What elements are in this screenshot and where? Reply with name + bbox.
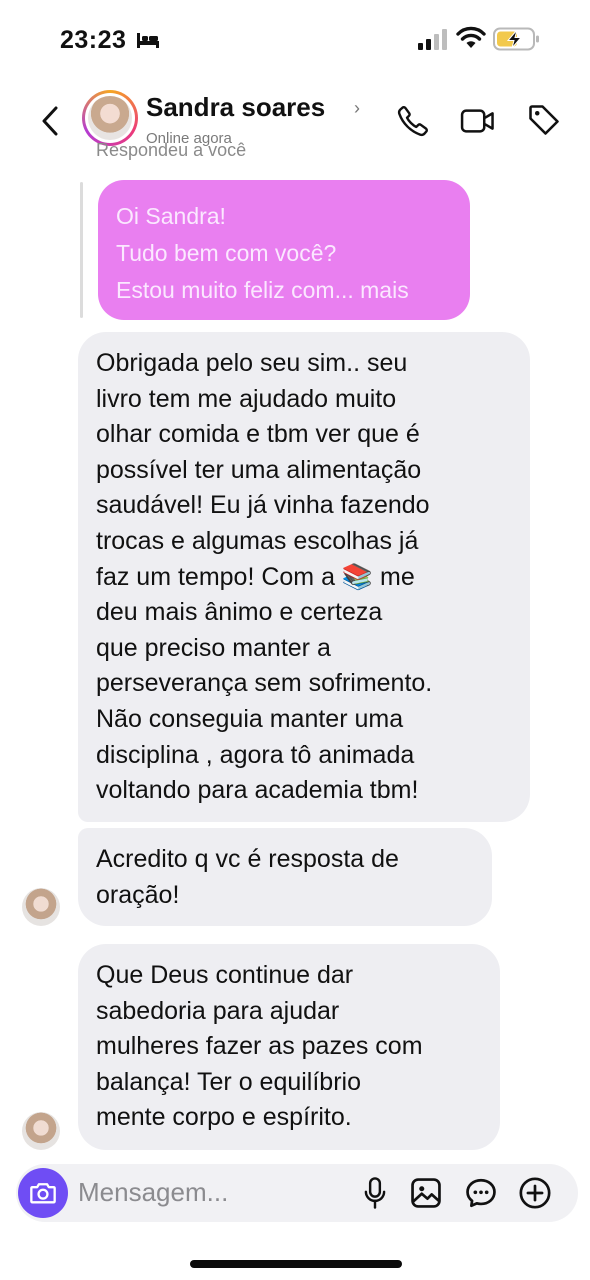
message-line: Obrigada pelo seu sim.. seu	[96, 349, 408, 377]
message-line: voltando para academia tbm!	[96, 776, 419, 805]
bed-icon	[137, 33, 159, 48]
message-line: disciplina , agora tô animada	[96, 740, 415, 769]
status-time: 23:23	[60, 26, 127, 54]
replied-label: Respondeu a você	[96, 140, 247, 160]
message-line: saudável! Eu já vinha fazendo	[96, 491, 430, 520]
message-line: mente corpo e espírito.	[96, 1103, 352, 1132]
gallery-icon[interactable]	[409, 1176, 443, 1210]
home-indicator[interactable]	[190, 1260, 402, 1268]
tag-icon[interactable]	[526, 102, 562, 138]
camera-button[interactable]	[18, 1168, 68, 1218]
sender-avatar[interactable]	[22, 1112, 60, 1150]
message-line: trocas e algumas escolhas já	[96, 526, 419, 555]
message-line: livro tem me ajudado muito	[96, 384, 397, 413]
quoted-message-line: Estou muito feliz com... mais	[116, 277, 409, 303]
quoted-message-line: Oi Sandra!	[116, 203, 226, 229]
message-composer[interactable]: Mensagem...	[16, 1164, 578, 1222]
message-thread[interactable]: Respondeu a você Oi Sandra! Tudo bem com…	[0, 140, 590, 1162]
message-line: Acredito q vc é resposta de	[96, 845, 399, 873]
contact-avatar[interactable]	[82, 90, 138, 146]
message-bubble[interactable]: Que Deus continue dar sabedoria para aju…	[78, 944, 500, 1150]
quoted-message-line: Tudo bem com você?	[116, 240, 337, 266]
reply-indicator-line	[80, 182, 83, 318]
chevron-right-icon[interactable]: ›	[354, 98, 360, 119]
message-input[interactable]: Mensagem...	[78, 1177, 228, 1208]
message-line: balança! Ter o equilíbrio	[96, 1067, 361, 1096]
message-line: Que Deus continue dar	[96, 961, 354, 989]
phone-icon[interactable]	[396, 104, 430, 138]
wifi-icon	[456, 26, 486, 48]
status-bar: 23:23	[0, 0, 590, 80]
video-icon[interactable]	[460, 104, 496, 138]
sticker-icon[interactable]	[464, 1176, 498, 1210]
message-line: deu mais ânimo e certeza	[96, 598, 383, 627]
message-line: perseverança sem sofrimento.	[96, 669, 433, 698]
battery-charging-icon	[493, 27, 539, 51]
signal-icon	[418, 29, 447, 50]
message-line: sabedoria para ajudar	[96, 996, 340, 1025]
message-bubble[interactable]: Acredito q vc é resposta de oração!	[78, 828, 492, 926]
message-line: possível ter uma alimentação	[96, 455, 422, 484]
camera-icon	[30, 1183, 56, 1204]
contact-name[interactable]: Sandra soares	[146, 92, 325, 123]
message-line: mulheres fazer as pazes com	[96, 1032, 423, 1061]
message-line: olhar comida e tbm ver que é	[96, 420, 420, 449]
message-line: que preciso manter a	[96, 633, 331, 662]
avatar-photo	[88, 96, 132, 140]
message-bubble[interactable]: Obrigada pelo seu sim.. seu livro tem me…	[78, 332, 530, 822]
message-line: faz um tempo! Com a 📚 me	[96, 562, 415, 591]
message-line: oração!	[96, 880, 180, 909]
message-line: Não conseguia manter uma	[96, 704, 404, 733]
back-icon[interactable]	[36, 104, 64, 138]
sender-avatar[interactable]	[22, 888, 60, 926]
plus-icon[interactable]	[518, 1176, 552, 1210]
microphone-icon[interactable]	[360, 1176, 390, 1210]
quoted-message-bubble[interactable]: Oi Sandra! Tudo bem com você? Estou muit…	[98, 180, 470, 320]
